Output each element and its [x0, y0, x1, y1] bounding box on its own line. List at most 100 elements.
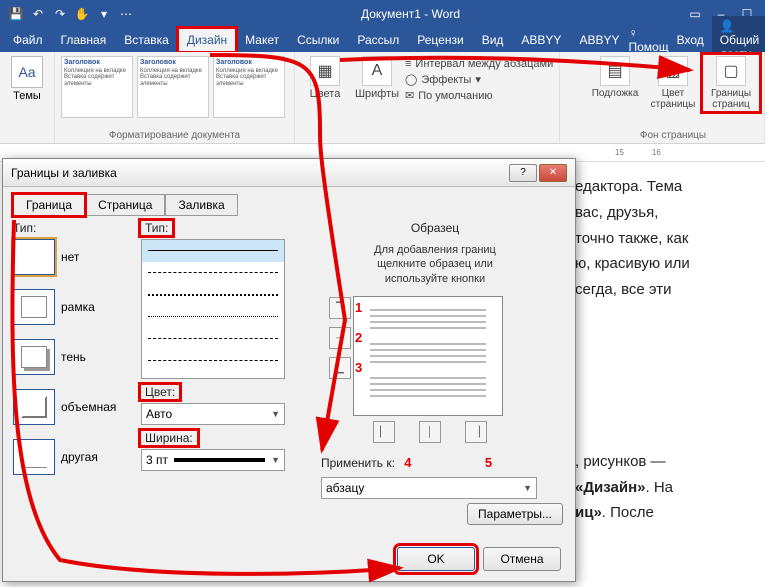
color-combo[interactable]: Авто▼: [141, 403, 285, 425]
apply-to-row: Применить к: 4 5 абзацу▼: [321, 455, 543, 499]
chevron-down-icon: ▼: [271, 409, 280, 419]
annot-3: 3: [355, 360, 362, 375]
dialog-title: Границы и заливка: [11, 166, 117, 180]
style-thumb[interactable]: ЗаголовокКоллекция на вкладке Вставка со…: [61, 56, 133, 118]
tab-home[interactable]: Главная: [52, 28, 116, 52]
ruler-mark: 15: [615, 148, 624, 157]
preview-hint: Для добавления границ щелкните образец и…: [350, 243, 520, 286]
setting-label: Тип:: [13, 221, 36, 235]
group-format-label: Форматирование документа: [61, 128, 288, 141]
spacing-button[interactable]: ≡Интервал между абзацами: [405, 58, 553, 70]
watermark-icon: ▤: [600, 56, 630, 86]
ribbon-opts-icon[interactable]: ▭: [687, 6, 703, 22]
themes-icon: Aа: [11, 56, 43, 88]
touch-icon[interactable]: ✋: [74, 6, 90, 22]
tab-view[interactable]: Вид: [473, 28, 513, 52]
apply-combo[interactable]: абзацу▼: [321, 477, 537, 499]
edge-top-button[interactable]: ▔: [329, 297, 351, 319]
tab-abbyy2[interactable]: ABBYY: [570, 28, 628, 52]
group-bg-label: Фон страницы: [588, 128, 758, 141]
tab-layout[interactable]: Макет: [236, 28, 288, 52]
setting-shadow[interactable]: тень: [13, 339, 131, 375]
preview-label: Образец: [411, 221, 459, 235]
close-icon[interactable]: ✕: [539, 164, 567, 182]
setting-custom[interactable]: другая: [13, 439, 131, 475]
borders-shading-dialog: Границы и заливка ? ✕ Граница Страница З…: [2, 158, 576, 582]
tab-page[interactable]: Страница: [85, 194, 165, 216]
edge-buttons: ▔ ─ ▁: [329, 297, 351, 379]
preview-box[interactable]: [353, 296, 503, 416]
group-page-background: ▤Подложка ▨Цвет страницы ▢Границы страни…: [582, 52, 765, 143]
page-color-icon: ▨: [658, 56, 688, 86]
chevron-down-icon: ▼: [523, 483, 532, 493]
themes-button[interactable]: Aа Темы: [6, 56, 48, 102]
dialog-help-icon[interactable]: ?: [509, 164, 537, 182]
tab-insert[interactable]: Вставка: [115, 28, 178, 52]
tab-design[interactable]: Дизайн: [178, 28, 236, 52]
group-colors-fonts: ▦Цвета AШрифты ≡Интервал между абзацами …: [295, 52, 560, 143]
effects-icon: ◯: [405, 73, 417, 86]
annot-4: 4: [404, 455, 411, 470]
cancel-button[interactable]: Отмена: [483, 547, 561, 571]
undo-icon[interactable]: ↶: [30, 6, 46, 22]
annot-2: 2: [355, 330, 362, 345]
dialog-footer: OK Отмена: [397, 547, 561, 571]
annot-1: 1: [355, 300, 362, 315]
tab-review[interactable]: Рецензи: [408, 28, 472, 52]
color-label: Цвет:: [141, 385, 179, 399]
redo-icon[interactable]: ↷: [52, 6, 68, 22]
edge-bot-button[interactable]: ▁: [329, 357, 351, 379]
ok-button[interactable]: OK: [397, 547, 475, 571]
tab-file[interactable]: Файл: [4, 28, 52, 52]
chevron-down-icon: ▼: [271, 455, 280, 465]
edge-buttons-bottom: ▏ │ ▕: [373, 421, 487, 443]
ruler-mark: 16: [652, 148, 661, 157]
fonts-button[interactable]: AШрифты: [353, 56, 401, 141]
default-button[interactable]: ✉По умолчанию: [405, 89, 553, 102]
watermark-button[interactable]: ▤Подложка: [588, 56, 642, 110]
tab-border[interactable]: Граница: [13, 194, 85, 216]
width-combo[interactable]: 3 пт ▼: [141, 449, 285, 471]
style-thumb[interactable]: ЗаголовокКоллекция на вкладке Вставка со…: [137, 56, 209, 118]
page-borders-button[interactable]: ▢Границы страниц: [704, 56, 758, 110]
edge-right-button[interactable]: ▕: [465, 421, 487, 443]
style-listbox[interactable]: [141, 239, 285, 379]
edge-mid-button[interactable]: ─: [329, 327, 351, 349]
tab-mailings[interactable]: Рассыл: [348, 28, 408, 52]
titlebar: 💾 ↶ ↷ ✋ ▾ ⋯ Документ1 - Word ▭ – ☐: [0, 0, 765, 28]
default-icon: ✉: [405, 89, 414, 102]
edge-left-button[interactable]: ▏: [373, 421, 395, 443]
ribbon-tabs: Файл Главная Вставка Дизайн Макет Ссылки…: [0, 28, 765, 52]
style-label: Тип:: [141, 221, 172, 235]
style-thumb[interactable]: ЗаголовокКоллекция на вкладке Вставка со…: [213, 56, 285, 118]
fonts-icon: A: [362, 56, 392, 86]
page-borders-icon: ▢: [716, 56, 746, 86]
dropdown-icon[interactable]: ▾: [96, 6, 112, 22]
spacing-icon: ≡: [405, 58, 411, 70]
signin-link[interactable]: Вход: [677, 33, 704, 47]
effects-button[interactable]: ◯Эффекты ▾: [405, 73, 553, 86]
tab-references[interactable]: Ссылки: [288, 28, 348, 52]
help-icon[interactable]: ♀ Помощ: [628, 26, 668, 54]
width-label: Ширина:: [141, 431, 197, 445]
page-color-button[interactable]: ▨Цвет страницы: [646, 56, 700, 110]
params-button[interactable]: Параметры...: [467, 503, 563, 525]
colors-icon: ▦: [310, 56, 340, 86]
themes-label: Темы: [6, 90, 48, 102]
dialog-titlebar: Границы и заливка ? ✕: [3, 159, 575, 187]
tab-abbyy1[interactable]: ABBYY: [512, 28, 570, 52]
setting-3d[interactable]: объемная: [13, 389, 131, 425]
window-title: Документ1 - Word: [134, 7, 687, 21]
customize-icon[interactable]: ⋯: [118, 6, 134, 22]
tab-fill[interactable]: Заливка: [165, 194, 237, 216]
dialog-tabs: Граница Страница Заливка: [13, 193, 565, 215]
formatting-opts: ≡Интервал между абзацами ◯Эффекты ▾ ✉По …: [405, 56, 553, 141]
annot-5: 5: [485, 455, 492, 470]
setting-none[interactable]: нет: [13, 239, 131, 275]
style-set-gallery[interactable]: ЗаголовокКоллекция на вкладке Вставка со…: [61, 56, 288, 118]
save-icon[interactable]: 💾: [8, 6, 24, 22]
setting-box[interactable]: рамка: [13, 289, 131, 325]
edge-vcenter-button[interactable]: │: [419, 421, 441, 443]
colors-button[interactable]: ▦Цвета: [301, 56, 349, 141]
quick-access-toolbar: 💾 ↶ ↷ ✋ ▾ ⋯: [8, 6, 134, 22]
